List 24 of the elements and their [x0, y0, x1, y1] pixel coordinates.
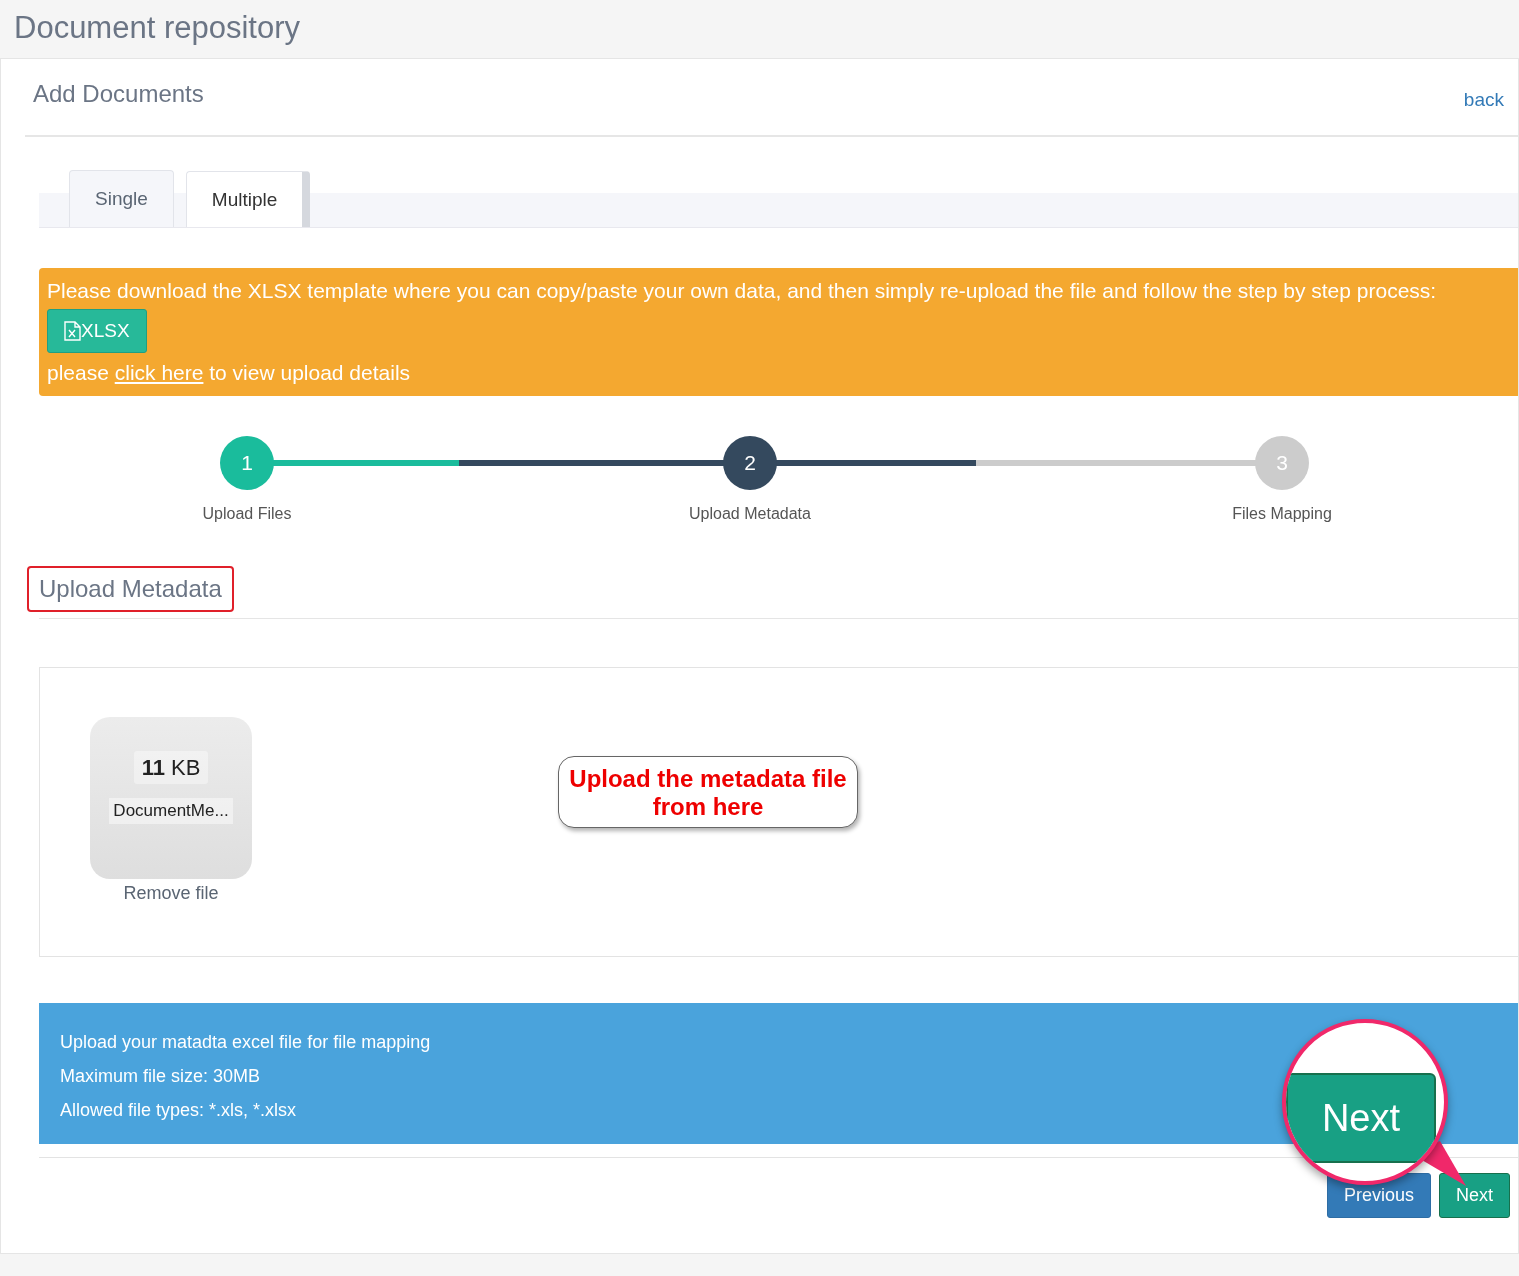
spreadsheet-file-icon	[64, 321, 81, 341]
callout-bubble: Upload the metadata file from here	[558, 756, 858, 828]
step-label: Upload Files	[202, 504, 292, 524]
step-circle: 2	[723, 436, 777, 490]
step-label: Files Mapping	[1232, 504, 1332, 524]
step-label: Upload Metadata	[689, 504, 811, 524]
back-link[interactable]: back	[1463, 85, 1504, 115]
info-text: Maximum file size: 30MB	[60, 1066, 261, 1086]
panel-title: Add Documents	[33, 79, 204, 109]
info-text: Allowed file types: *.xls, *.xlsx	[60, 1100, 297, 1120]
file-size: 11 KB	[133, 751, 209, 784]
upload-details-text: please click here to view upload details	[47, 360, 412, 386]
info-text: Upload your matadta excel file for file mapping	[60, 1032, 431, 1052]
step-circle: 1	[220, 436, 274, 490]
file-name: DocumentMe...	[109, 798, 233, 824]
page-title: Document repository	[13, 9, 301, 47]
next-button[interactable]: Next	[1439, 1173, 1510, 1218]
section-title: Upload Metadata	[27, 566, 234, 612]
remove-file-link[interactable]: Remove file	[90, 880, 252, 907]
dropzone[interactable]: 11 KB DocumentMe... Remove file Upload the metadata file from here	[39, 667, 1518, 957]
tab[interactable]: Single	[69, 170, 174, 227]
xlsx-download-button[interactable]: XLSX	[47, 309, 147, 353]
tab[interactable]: Multiple	[185, 171, 311, 227]
notice-text: Please download the XLSX template where you can copy/paste your own data, and then simply re-upload the file and follow the step by step process:	[47, 278, 1438, 304]
